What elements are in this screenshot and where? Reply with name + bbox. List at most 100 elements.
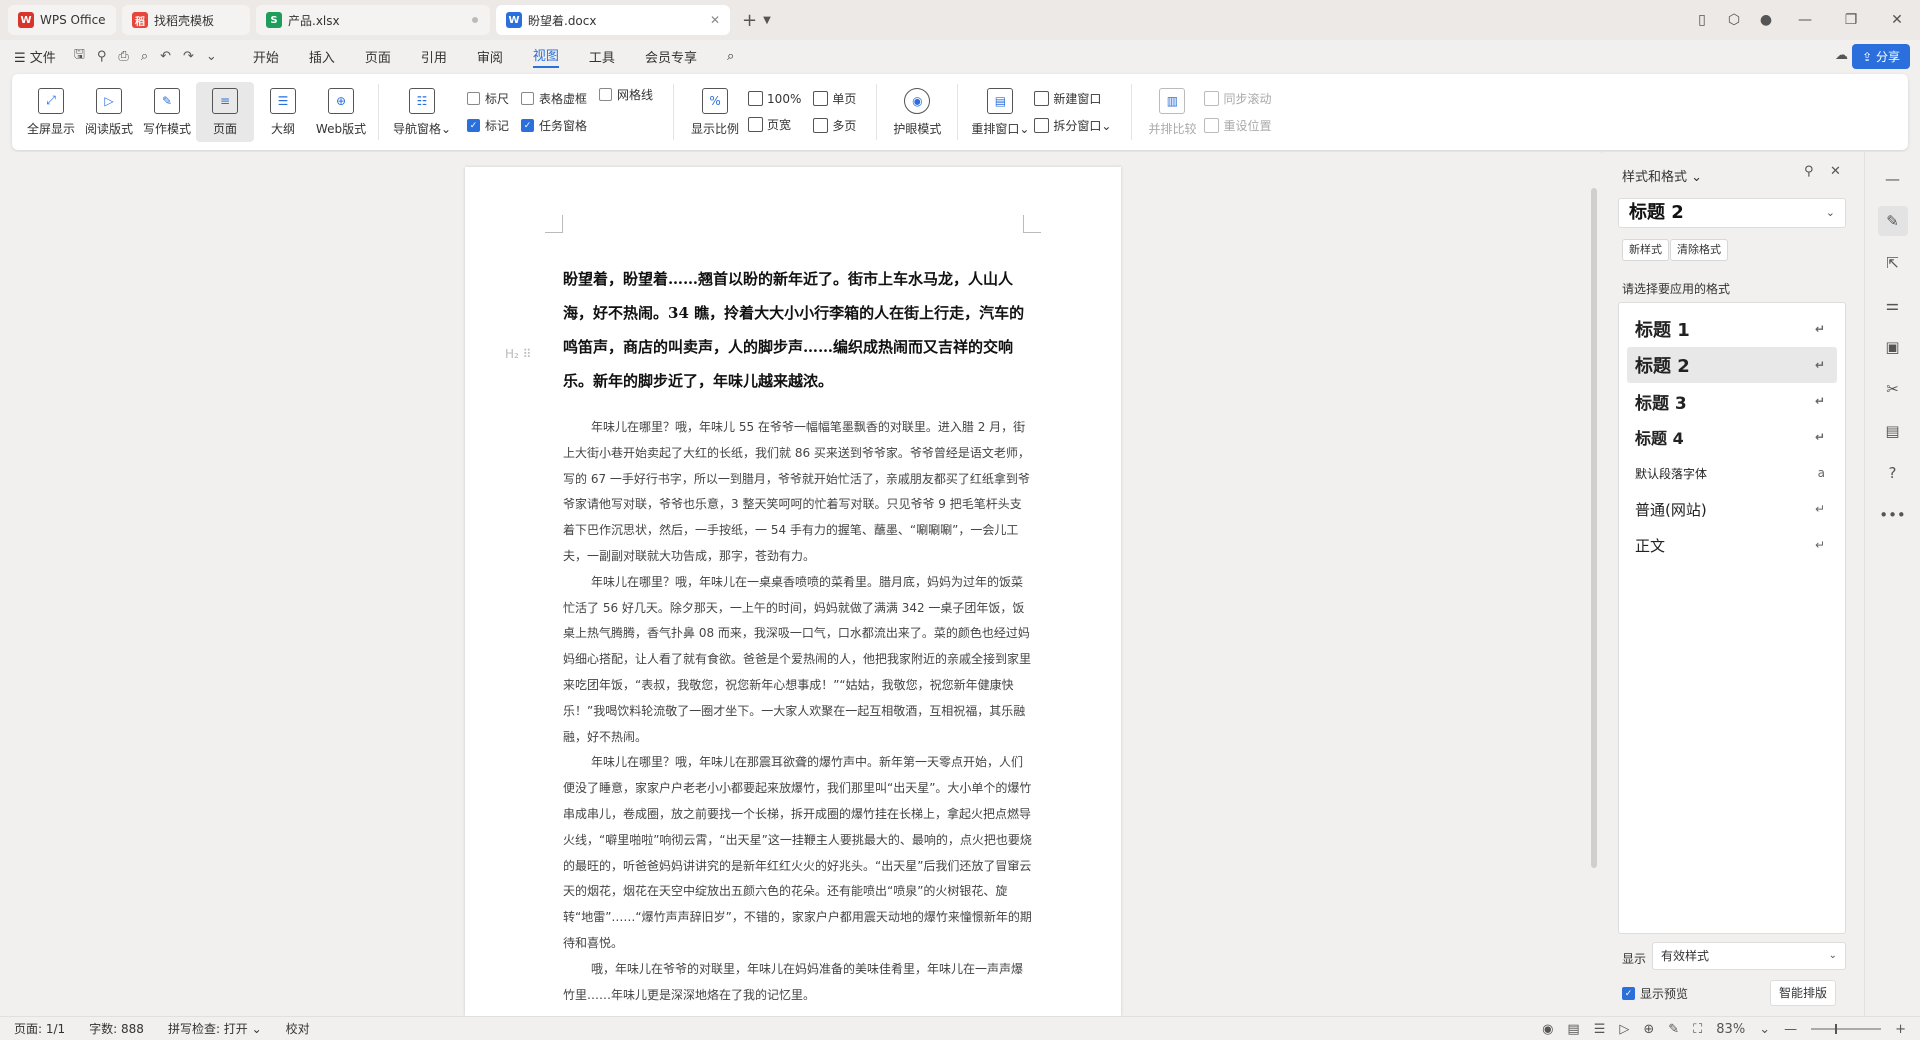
rearrange-window-button[interactable]: ▤ 重排窗口⌄ <box>966 82 1034 142</box>
zoom-ratio-button[interactable]: % 显示比例 <box>682 82 748 142</box>
split-window-button[interactable]: 拆分窗口 ⌄ <box>1034 117 1111 134</box>
menu-start[interactable]: 开始 <box>253 47 279 66</box>
pen-icon[interactable]: ✎ <box>1668 1022 1679 1037</box>
book-icon[interactable]: ▤ <box>1878 416 1908 446</box>
document-body[interactable]: 年味儿在哪里？哦，年味儿 55 在爷爷一幅幅笔墨飘香的对联里。进入腊 2 月，街… <box>563 415 1033 1008</box>
minimize-icon[interactable]: — <box>1782 12 1828 28</box>
eye-mode-button[interactable]: ◉ 护眼模式 <box>885 82 949 142</box>
body-paragraph[interactable]: 哦，年味儿在爷爷的对联里，年味儿在妈妈准备的美味佳肴里，年味儿在一声声爆竹里……… <box>563 957 1033 1009</box>
chevron-down-icon[interactable]: ▼ <box>763 15 771 26</box>
menu-insert[interactable]: 插入 <box>309 47 335 66</box>
search-icon[interactable]: ⌕ <box>727 49 734 64</box>
style-item-heading1[interactable]: 标题 1 ↵ <box>1627 311 1837 347</box>
chevron-down-icon[interactable]: ⌄ <box>1759 1022 1770 1037</box>
show-preview-checkbox[interactable]: ✓ 显示预览 <box>1622 985 1688 1002</box>
reset-position-button[interactable]: 重设位置 <box>1204 117 1271 134</box>
tab-product-xlsx[interactable]: S 产品.xlsx <box>256 5 490 35</box>
scrollbar-thumb[interactable] <box>1591 188 1597 868</box>
cube-icon[interactable]: ⬡ <box>1718 12 1750 28</box>
read-mode-button[interactable]: ▷ 阅读版式 <box>80 82 138 142</box>
new-tab-icon[interactable]: + <box>742 10 757 31</box>
zoom-out-icon[interactable]: — <box>1784 1022 1797 1037</box>
style-item-heading2[interactable]: 标题 2 ↵ <box>1627 347 1837 383</box>
help-icon[interactable]: ? <box>1878 458 1908 488</box>
style-brush-icon[interactable]: ✎ <box>1877 206 1908 236</box>
menu-view[interactable]: 视图 <box>532 45 559 68</box>
image-edit-icon[interactable]: ▣ <box>1878 332 1908 362</box>
outline-icon[interactable]: ☰ <box>1594 1022 1606 1037</box>
show-filter-select[interactable]: 有效样式 ⌄ <box>1652 942 1846 970</box>
spell-check-toggle[interactable]: 拼写检查: 打开 ⌄ <box>168 1020 262 1037</box>
tools-icon[interactable]: ✂ <box>1878 374 1908 404</box>
share-button[interactable]: ⇪ 分享 <box>1852 44 1910 69</box>
close-tab-icon[interactable]: ✕ <box>710 13 720 27</box>
adjust-sliders-icon[interactable]: ⚌ <box>1878 290 1908 320</box>
fit-page-icon[interactable]: ⛶ <box>1693 1022 1702 1037</box>
side-by-side-button[interactable]: ▥ 并排比较 <box>1140 82 1204 142</box>
zoom-in-icon[interactable]: + <box>1895 1022 1906 1037</box>
close-icon[interactable]: ✕ <box>1830 164 1841 179</box>
multi-page-button[interactable]: 多页 <box>813 117 856 134</box>
undo-icon[interactable]: ↶ <box>160 49 171 64</box>
link-icon[interactable]: ⚲ <box>97 49 107 64</box>
new-window-button[interactable]: 新建窗口 <box>1034 90 1111 107</box>
more-quick-access-icon[interactable]: ⌄ <box>206 49 217 64</box>
eye-icon[interactable]: ◉ <box>1542 1022 1553 1037</box>
pin-icon[interactable]: ⚲ <box>1804 164 1814 179</box>
document-page[interactable]: H₂ ⠿ 盼望着，盼望着……翘首以盼的新年近了。街市上车水马龙，人山人海，好不热… <box>465 167 1121 1016</box>
style-item-heading3[interactable]: 标题 3 ↵ <box>1627 383 1837 419</box>
word-count[interactable]: 字数: 888 <box>89 1020 144 1037</box>
menu-page[interactable]: 页面 <box>365 47 391 66</box>
collapse-icon[interactable]: — <box>1878 164 1908 194</box>
web-layout-icon[interactable]: ⊕ <box>1643 1022 1654 1037</box>
print-icon[interactable]: ⎙ <box>118 49 128 64</box>
task-pane-checkbox[interactable]: ✓ 任务窗格 <box>521 117 587 134</box>
select-cursor-icon[interactable]: ⇱ <box>1878 248 1908 278</box>
write-mode-button[interactable]: ✎ 写作模式 <box>138 82 196 142</box>
current-style-select[interactable]: 标题 2 ⌄ <box>1618 198 1846 228</box>
vertical-scrollbar[interactable] <box>1588 152 1600 1016</box>
close-window-icon[interactable]: ✕ <box>1874 12 1920 28</box>
clear-format-button[interactable]: 清除格式 <box>1670 239 1728 261</box>
menu-tools[interactable]: 工具 <box>589 47 615 66</box>
more-icon[interactable]: ••• <box>1878 500 1908 530</box>
page-count[interactable]: 页面: 1/1 <box>14 1020 65 1037</box>
sync-scroll-button[interactable]: 同步滚动 <box>1204 90 1271 107</box>
file-menu[interactable]: ☰ 文件 <box>14 47 56 66</box>
document-heading[interactable]: 盼望着，盼望着……翘首以盼的新年近了。街市上车水马龙，人山人海，好不热闹。34 … <box>563 262 1033 398</box>
avatar[interactable]: ● <box>1750 12 1782 28</box>
panel-title[interactable]: 样式和格式 ⌄ <box>1622 166 1702 185</box>
heading-level-marker[interactable]: H₂ ⠿ <box>505 347 531 361</box>
gridlines-checkbox[interactable]: 网格线 <box>599 86 653 103</box>
marks-checkbox[interactable]: ✓ 标记 <box>467 117 509 134</box>
menu-review[interactable]: 审阅 <box>477 47 503 66</box>
single-page-button[interactable]: 单页 <box>813 90 856 107</box>
smart-layout-button[interactable]: 智能排版 <box>1770 980 1837 1006</box>
zoom-slider-knob[interactable] <box>1835 1024 1838 1034</box>
tab-wps-office[interactable]: W WPS Office <box>8 5 116 35</box>
layout-icon[interactable]: ▯ <box>1686 12 1718 28</box>
style-item-default-font[interactable]: 默认段落字体 a <box>1627 455 1837 491</box>
table-gridlines-checkbox[interactable]: 表格虚框 <box>521 90 587 107</box>
body-paragraph[interactable]: 年味儿在哪里？哦，年味儿在一桌桌香喷喷的菜肴里。腊月底，妈妈为过年的饭菜忙活了 … <box>563 570 1033 751</box>
save-icon[interactable]: 🖫 <box>74 45 85 67</box>
body-paragraph[interactable]: 年味儿在哪里？哦，年味儿 55 在爷爷一幅幅笔墨飘香的对联里。进入腊 2 月，街… <box>563 415 1033 570</box>
style-item-heading4[interactable]: 标题 4 ↵ <box>1627 419 1837 455</box>
ruler-checkbox[interactable]: 标尺 <box>467 90 509 107</box>
outline-button[interactable]: ☰ 大纲 <box>254 82 312 142</box>
play-icon[interactable]: ▷ <box>1619 1022 1629 1037</box>
menu-member[interactable]: 会员专享 <box>645 47 697 66</box>
page-view-icon[interactable]: ▤ <box>1567 1022 1579 1037</box>
zoom-level[interactable]: 83% <box>1716 1022 1745 1037</box>
page-width-button[interactable]: 页宽 <box>748 116 801 133</box>
cloud-sync-icon[interactable]: ☁ <box>1835 48 1848 63</box>
tab-docer[interactable]: 稻 找稻壳模板 <box>122 5 250 35</box>
nav-pane-button[interactable]: ☷ 导航窗格⌄ <box>387 82 457 142</box>
menu-reference[interactable]: 引用 <box>421 47 447 66</box>
print-preview-icon[interactable]: ⌕ <box>141 49 148 64</box>
zoom-100-button[interactable]: 100% <box>748 91 801 106</box>
body-paragraph[interactable]: 年味儿在哪里？哦，年味儿在那震耳欲聋的爆竹声中。新年第一天零点开始，人们便没了睡… <box>563 750 1033 956</box>
redo-icon[interactable]: ↷ <box>183 49 194 64</box>
page-view-button[interactable]: ≡ 页面 <box>196 82 254 142</box>
new-style-button[interactable]: 新样式 <box>1622 239 1669 261</box>
